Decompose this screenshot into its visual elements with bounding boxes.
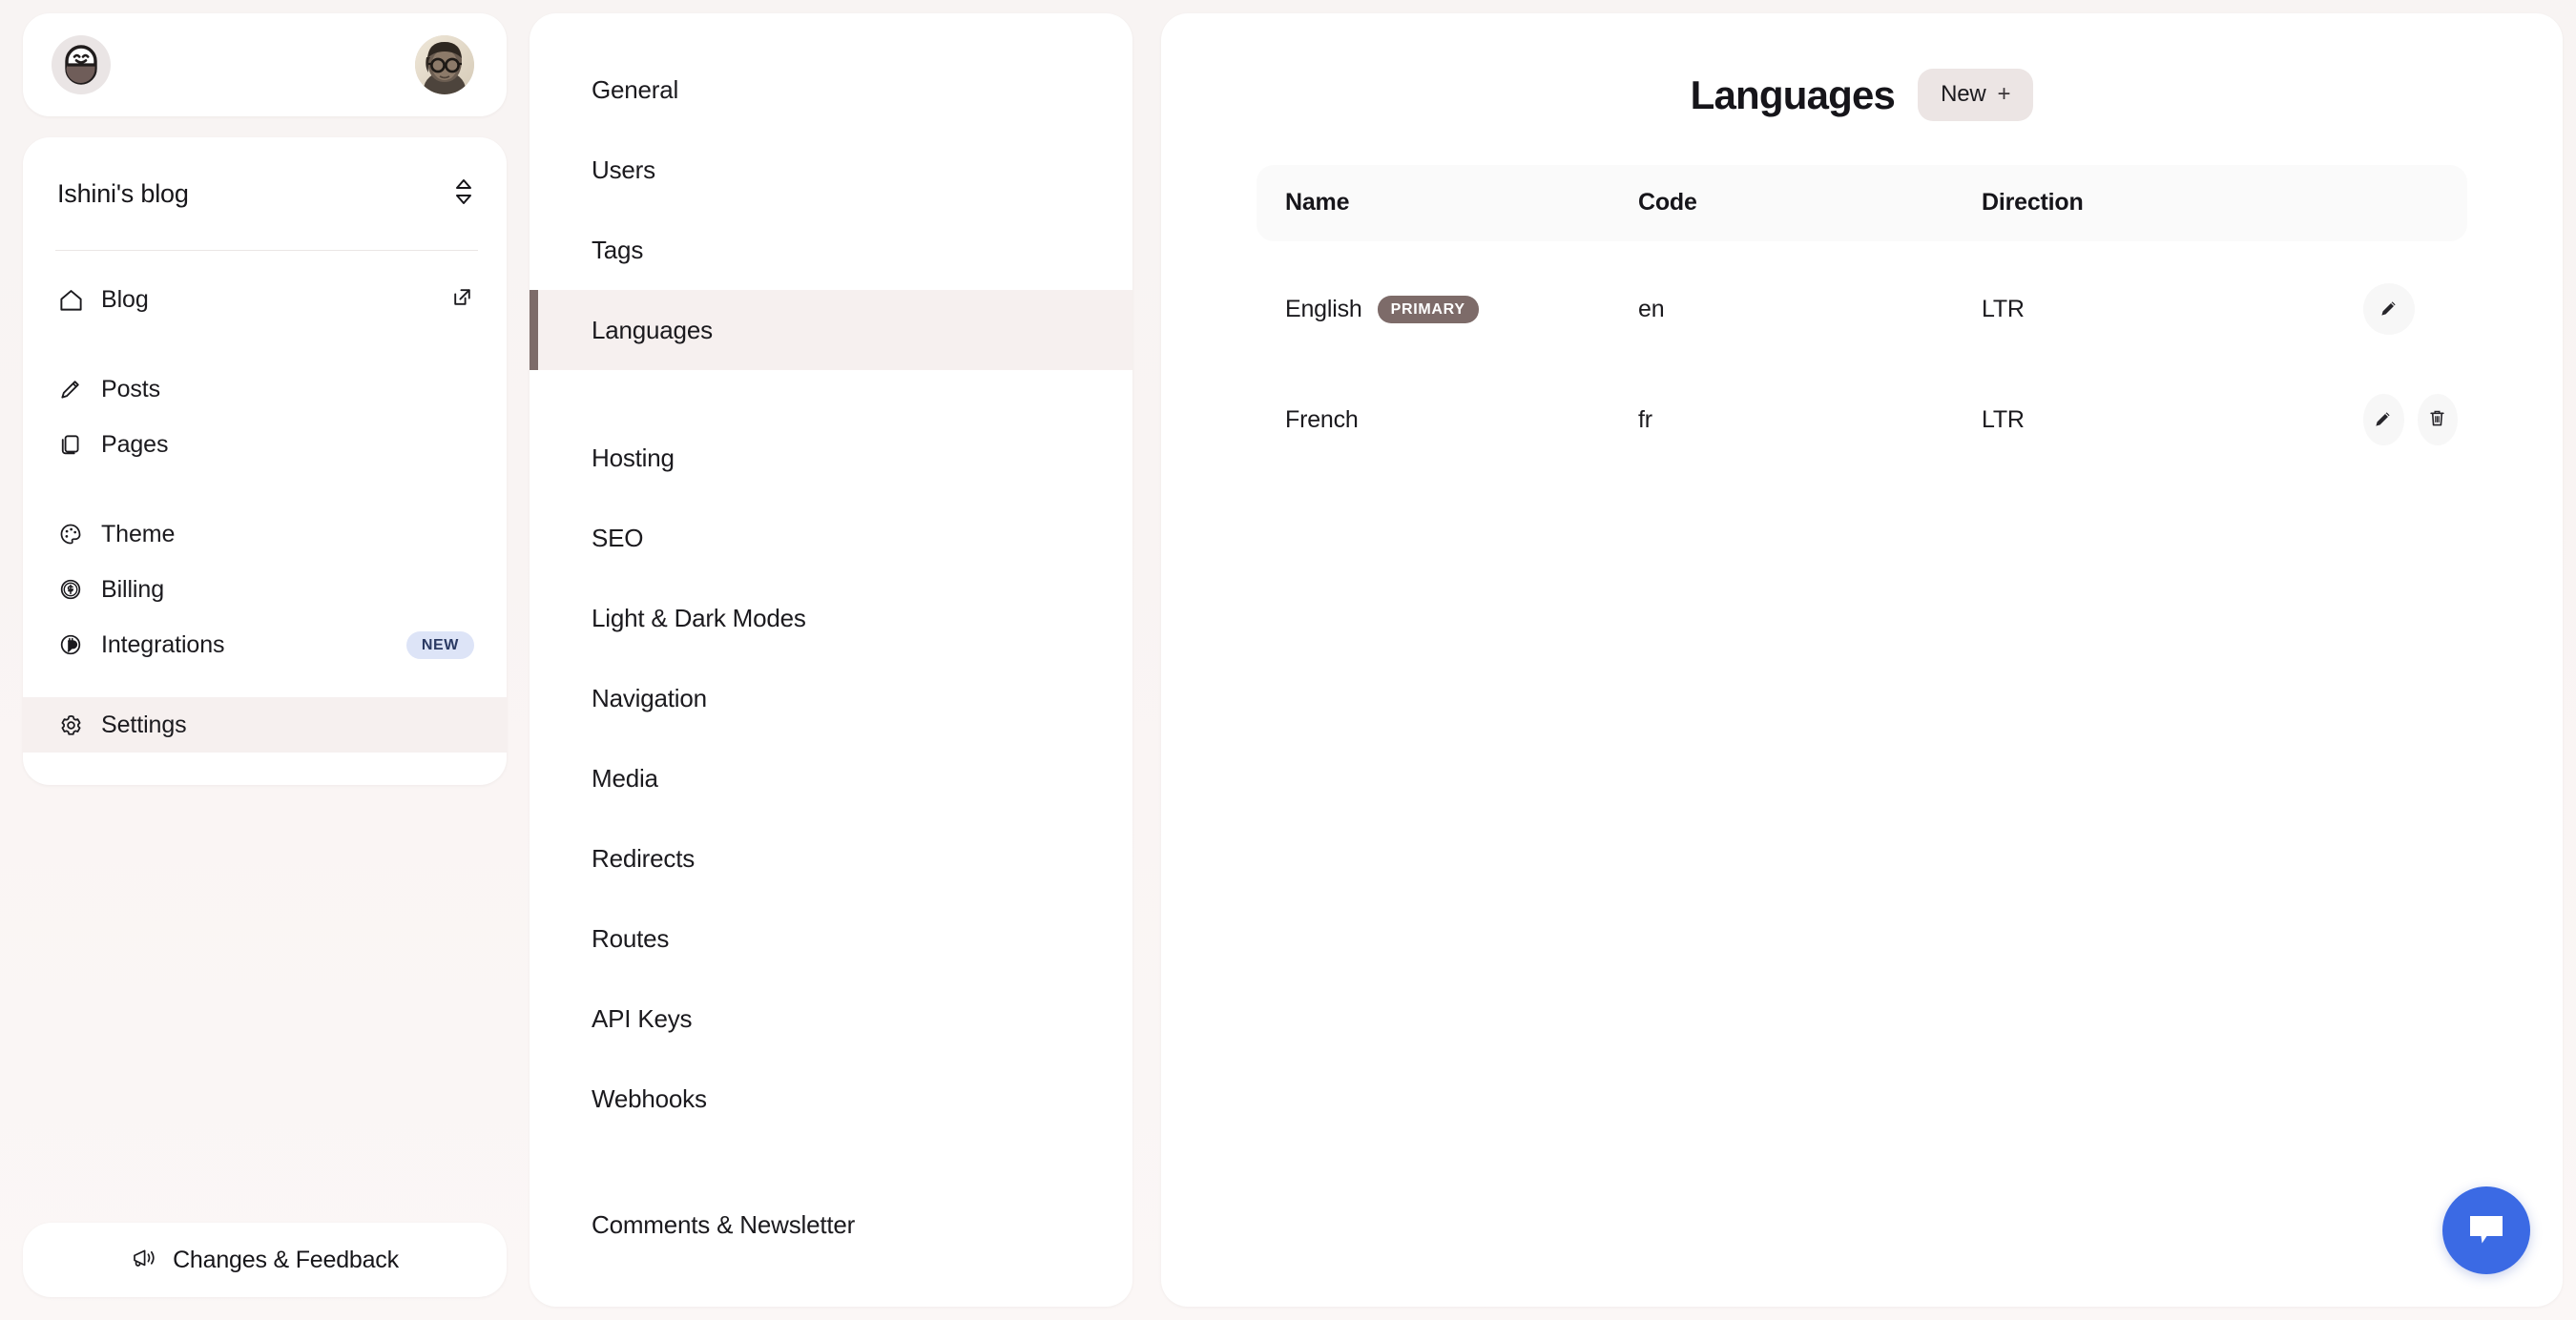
sidebar-item-posts[interactable]: Posts: [23, 361, 507, 417]
settings-nav-item-webhooks[interactable]: Webhooks: [530, 1059, 1132, 1139]
blog-switcher-title: Ishini's blog: [57, 178, 189, 208]
edit-language-button[interactable]: [2363, 394, 2404, 445]
settings-nav-item-media[interactable]: Media: [530, 738, 1132, 818]
chat-launcher-button[interactable]: [2442, 1186, 2530, 1274]
sidebar-item-label: Blog: [101, 285, 149, 313]
sidebar-item-label: Settings: [101, 711, 187, 738]
new-language-button[interactable]: New +: [1918, 69, 2034, 121]
delete-icon: [2426, 407, 2448, 432]
sidebar-item-settings[interactable]: Settings: [23, 697, 507, 753]
coin-dollar-icon: [57, 576, 84, 603]
pencil-icon: [57, 376, 84, 402]
edit-icon: [2372, 407, 2395, 433]
sidebar-item-label: Pages: [101, 430, 169, 458]
sidebar-item-pages[interactable]: Pages: [23, 417, 507, 472]
cell-actions: [2335, 352, 2467, 463]
external-link-icon[interactable]: [450, 285, 474, 314]
capsule-smiley-logo-icon[interactable]: [52, 35, 111, 94]
status-badge-primary: PRIMARY: [1377, 295, 1479, 323]
sidebar-item-integrations[interactable]: Integrations NEW: [23, 617, 507, 672]
gear-icon: [57, 712, 84, 738]
sidebar-item-label: Billing: [101, 575, 164, 603]
settings-nav-item-languages[interactable]: Languages: [530, 290, 1132, 370]
page-title: Languages: [1690, 72, 1896, 117]
settings-nav-item-api-keys[interactable]: API Keys: [530, 979, 1132, 1059]
palette-icon: [57, 521, 84, 547]
column-header-actions: [2335, 165, 2467, 241]
column-header-code: Code: [1638, 189, 1697, 216]
edit-language-button[interactable]: [2363, 283, 2415, 335]
settings-nav-item-comments-newsletter[interactable]: Comments & Newsletter: [530, 1185, 1132, 1265]
cell-direction: LTR: [1982, 405, 2025, 433]
sidebar-item-theme[interactable]: Theme: [23, 506, 507, 562]
edit-icon: [2378, 297, 2400, 322]
table-header: Name Code Direction: [1257, 165, 2467, 241]
settings-nav-item-hosting[interactable]: Hosting: [530, 418, 1132, 498]
sidebar-item-blog[interactable]: Blog: [23, 272, 507, 327]
delete-language-button[interactable]: [2417, 394, 2458, 445]
table-body: English PRIMARY en LTR French fr LTR: [1257, 241, 2467, 463]
sidebar-item-label: Posts: [101, 375, 161, 402]
changes-feedback-button[interactable]: Changes & Feedback: [23, 1223, 507, 1297]
languages-table: Name Code Direction English PRIMARY en L: [1257, 165, 2467, 463]
sidebar-item-label: Integrations: [101, 630, 225, 658]
column-header-name: Name: [1285, 189, 1350, 216]
cell-code: fr: [1638, 405, 1652, 433]
sidebar-item-label: Theme: [101, 520, 176, 547]
plug-icon: [57, 631, 84, 658]
settings-nav-item-users[interactable]: Users: [530, 130, 1132, 210]
table-row: English PRIMARY en LTR: [1257, 241, 2467, 352]
settings-nav-item-tags[interactable]: Tags: [530, 210, 1132, 290]
table-row: French fr LTR: [1257, 352, 2467, 463]
changes-feedback-label: Changes & Feedback: [173, 1246, 399, 1273]
settings-nav-item-general[interactable]: General: [530, 50, 1132, 130]
cell-code: en: [1638, 295, 1665, 322]
plus-icon: +: [1997, 81, 2011, 107]
cell-direction: LTR: [1982, 295, 2025, 322]
home-icon: [57, 286, 84, 313]
chevron-updown-icon: [453, 177, 474, 211]
megaphone-icon: [131, 1246, 159, 1275]
main-header: Languages New +: [1161, 13, 2563, 121]
table-header-row: Name Code Direction: [1257, 165, 2467, 241]
sidebar-nav-card: Ishini's blog Blog Posts Pages Theme Bil…: [23, 137, 507, 785]
cell-name: French: [1257, 352, 1610, 463]
languages-table-wrapper: Name Code Direction English PRIMARY en L: [1161, 165, 2563, 463]
main-content-panel: Languages New + Name Code Direction Engl…: [1161, 13, 2563, 1307]
cell-name: English PRIMARY: [1257, 241, 1610, 352]
status-badge-new: NEW: [405, 630, 474, 659]
left-sidebar: Ishini's blog Blog Posts Pages Theme Bil…: [0, 0, 530, 1320]
sidebar-nav-group: Blog Posts Pages Theme Billing Integrati…: [23, 251, 507, 753]
settings-nav-item-redirects[interactable]: Redirects: [530, 818, 1132, 898]
settings-nav-item-seo[interactable]: SEO: [530, 498, 1132, 578]
language-name: French: [1285, 405, 1359, 433]
chat-bubble-icon: [2464, 1209, 2508, 1252]
language-name: English: [1285, 295, 1362, 322]
sidebar-item-billing[interactable]: Billing: [23, 562, 507, 617]
settings-nav-item-routes[interactable]: Routes: [530, 898, 1132, 979]
brand-card: [23, 13, 507, 116]
settings-nav-panel: General Users Tags Languages Hosting SEO…: [530, 13, 1132, 1307]
avatar[interactable]: [415, 35, 474, 94]
column-header-direction: Direction: [1982, 189, 2084, 216]
cell-actions: [2335, 241, 2467, 352]
settings-nav-item-navigation[interactable]: Navigation: [530, 658, 1132, 738]
new-button-label: New: [1941, 81, 1986, 107]
settings-nav-item-light-dark-modes[interactable]: Light & Dark Modes: [530, 578, 1132, 658]
pages-icon: [57, 431, 84, 458]
blog-switcher[interactable]: Ishini's blog: [23, 166, 507, 221]
